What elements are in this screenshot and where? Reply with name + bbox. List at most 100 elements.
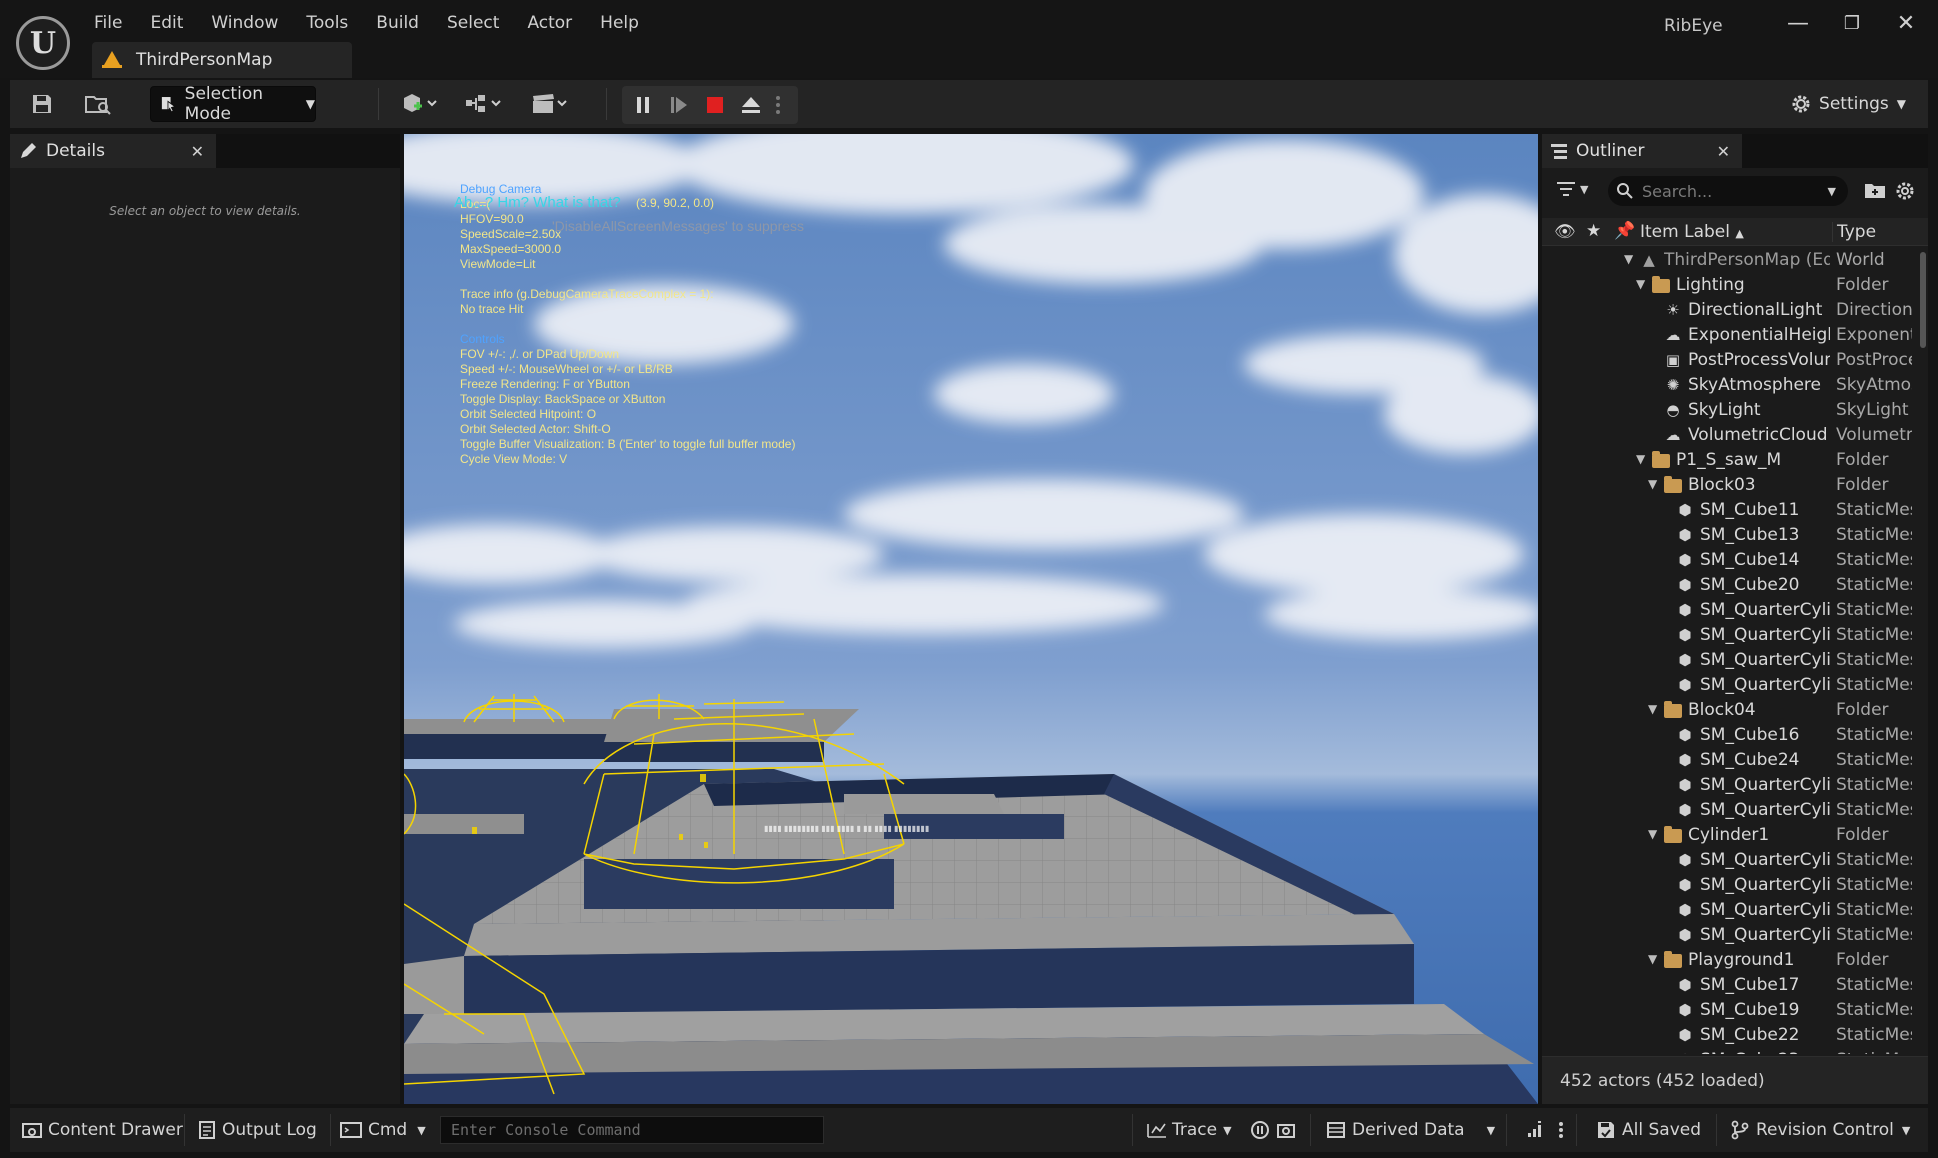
outliner-actor-row[interactable]: ⬢ SM_Cube23 StaticMeshActor <box>1542 1048 1914 1054</box>
eject-button[interactable] <box>734 86 768 124</box>
debug-line: Orbit Selected Actor: Shift-O <box>460 422 611 436</box>
expand-arrow-icon[interactable]: ▼ <box>1636 452 1645 466</box>
pin-icon[interactable]: 📌 <box>1614 221 1635 241</box>
static-mesh-icon: ⬢ <box>1678 726 1692 744</box>
outliner-actor-row[interactable]: ◓ SkyLight SkyLight <box>1542 398 1914 423</box>
outliner-actor-row[interactable]: ⬢ SM_Cube16 StaticMeshActor <box>1542 723 1914 748</box>
outliner-actor-row[interactable]: ⬢ SM_Cube11 StaticMeshActor <box>1542 498 1914 523</box>
minimize-button[interactable]: — <box>1780 8 1816 38</box>
expand-arrow-icon[interactable]: ▼ <box>1648 702 1657 716</box>
outliner-actor-row[interactable]: ☁ ExponentialHeightFog ExponentialHeightFo… <box>1542 323 1914 348</box>
settings-button[interactable]: Settings ▼ <box>1789 88 1906 120</box>
cinematics-button[interactable] <box>522 86 578 122</box>
outliner-actor-row[interactable]: ⬢ SM_Cube19 StaticMeshActor <box>1542 998 1914 1023</box>
outliner-folder-row[interactable]: ▼ P1_S_saw_M Folder <box>1542 448 1914 473</box>
menu-edit[interactable]: Edit <box>136 10 197 38</box>
expand-arrow-icon[interactable]: ▼ <box>1636 277 1645 291</box>
outliner-actor-row[interactable]: ⬢ SM_QuarterCylinder StaticMeshActor <box>1542 923 1914 948</box>
trace-dropdown[interactable]: Trace ▼ <box>1146 1108 1232 1152</box>
outliner-actor-row[interactable]: ☀ DirectionalLight DirectionalLight <box>1542 298 1914 323</box>
filter-button[interactable]: ▼ <box>1556 180 1588 198</box>
outliner-actor-row[interactable]: ⬢ SM_QuarterCylinder StaticMeshActor <box>1542 873 1914 898</box>
source-control-status-button[interactable] <box>1526 1108 1544 1152</box>
tab-outliner[interactable]: Outliner ✕ <box>1542 134 1742 168</box>
save-button[interactable] <box>24 86 60 122</box>
outliner-actor-row[interactable]: ⬢ SM_Cube17 StaticMeshActor <box>1542 973 1914 998</box>
static-mesh-icon: ⬢ <box>1678 1026 1692 1044</box>
item-type: StaticMeshActor <box>1836 750 1912 770</box>
outliner-actor-row[interactable]: ⬢ SM_QuarterCylinder StaticMeshActor <box>1542 798 1914 823</box>
menu-tools[interactable]: Tools <box>292 10 362 38</box>
outliner-folder-row[interactable]: ▼ Block04 Folder <box>1542 698 1914 723</box>
browse-level-button[interactable] <box>80 86 116 122</box>
outliner-actor-row[interactable]: ▼ ▲ ThirdPersonMap (Editor) World <box>1542 248 1914 273</box>
settings-label: Settings <box>1819 94 1889 114</box>
status-more-button[interactable] <box>1558 1108 1564 1152</box>
outliner-settings-button[interactable] <box>1894 180 1916 206</box>
outliner-scrollbar[interactable] <box>1920 252 1926 348</box>
menu-window[interactable]: Window <box>197 10 292 38</box>
document-tab[interactable]: ThirdPersonMap <box>92 42 352 78</box>
outliner-actor-row[interactable]: ⬢ SM_Cube24 StaticMeshActor <box>1542 748 1914 773</box>
play-options-button[interactable] <box>766 86 790 124</box>
outliner-actor-row[interactable]: ✺ SkyAtmosphere SkyAtmosphere <box>1542 373 1914 398</box>
outliner-actor-row[interactable]: ⬢ SM_QuarterCylinder StaticMeshActor <box>1542 673 1914 698</box>
level-viewport[interactable]: ▮▮▮▮ ▮▮▮▮▮▮▮▮ ▮▮▮ ▮▮▮▮ ▮ ▮▮ ▮▮▮▮ ▮▮▮▮▮▮▮… <box>404 134 1538 1104</box>
selection-mode-dropdown[interactable]: Selection Mode ▼ <box>150 84 316 124</box>
star-icon[interactable]: ★ <box>1586 221 1601 241</box>
cmd-dropdown[interactable]: Cmd ▼ <box>340 1108 426 1152</box>
outliner-actor-row[interactable]: ☁ VolumetricCloud VolumetricCloud <box>1542 423 1914 448</box>
menu-select[interactable]: Select <box>433 10 513 38</box>
chevron-down-icon: ▼ <box>1896 97 1906 111</box>
expand-arrow-icon[interactable]: ▼ <box>1648 827 1657 841</box>
column-item-label[interactable]: Item Label ▲ <box>1640 222 1744 242</box>
outliner-folder-row[interactable]: ▼ Lighting Folder <box>1542 273 1914 298</box>
menu-file[interactable]: File <box>80 10 136 38</box>
eye-icon[interactable]: 👁 <box>1554 222 1576 242</box>
outliner-actor-row[interactable]: ⬢ SM_QuarterCylinder StaticMeshActor <box>1542 598 1914 623</box>
column-type[interactable]: Type <box>1832 222 1876 242</box>
outliner-folder-row[interactable]: ▼ Block03 Folder <box>1542 473 1914 498</box>
outliner-actor-row[interactable]: ⬢ SM_Cube14 StaticMeshActor <box>1542 548 1914 573</box>
outliner-actor-row[interactable]: ⬢ SM_QuarterCylinder StaticMeshActor <box>1542 623 1914 648</box>
static-mesh-icon: ⬢ <box>1678 776 1692 794</box>
tab-details[interactable]: Details ✕ <box>10 134 216 168</box>
outliner-actor-row[interactable]: ⬢ SM_QuarterCylinder StaticMeshActor <box>1542 898 1914 923</box>
outliner-search-input[interactable]: Search... ▼ <box>1608 176 1848 206</box>
outliner-folder-row[interactable]: ▼ Playground1 Folder <box>1542 948 1914 973</box>
outliner-actor-row[interactable]: ⬢ SM_QuarterCylinder StaticMeshActor <box>1542 773 1914 798</box>
static-mesh-icon: ⬢ <box>1678 576 1692 594</box>
expand-arrow-icon[interactable]: ▼ <box>1624 252 1633 266</box>
output-log-button[interactable]: Output Log <box>198 1108 317 1152</box>
pause-button[interactable] <box>626 86 660 124</box>
menu-help[interactable]: Help <box>586 10 653 38</box>
derived-data-dropdown[interactable]: Derived Data ▼ <box>1326 1108 1495 1152</box>
all-saved-button[interactable]: All Saved <box>1596 1108 1701 1152</box>
outliner-actor-row[interactable]: ▣ PostProcessVolume PostProcessVolume <box>1542 348 1914 373</box>
outliner-actor-row[interactable]: ⬢ SM_QuarterCylinder StaticMeshActor <box>1542 648 1914 673</box>
menu-build[interactable]: Build <box>362 10 433 38</box>
revision-control-dropdown[interactable]: Revision Control ▼ <box>1730 1108 1910 1152</box>
new-folder-button[interactable] <box>1864 180 1886 204</box>
advance-frame-button[interactable] <box>662 86 696 124</box>
blueprints-button[interactable] <box>456 86 512 122</box>
close-icon[interactable]: ✕ <box>1717 142 1730 161</box>
screenshot-button[interactable] <box>1276 1108 1296 1152</box>
menu-actor[interactable]: Actor <box>513 10 586 38</box>
record-trace-button[interactable] <box>1250 1108 1270 1152</box>
add-actor-button[interactable] <box>392 86 448 122</box>
stop-button[interactable] <box>698 86 732 124</box>
outliner-folder-row[interactable]: ▼ Cylinder1 Folder <box>1542 823 1914 848</box>
expand-arrow-icon[interactable]: ▼ <box>1648 477 1657 491</box>
close-icon[interactable]: ✕ <box>191 142 204 161</box>
console-command-input[interactable]: Enter Console Command <box>440 1116 824 1144</box>
close-window-button[interactable]: ✕ <box>1888 8 1924 38</box>
outliner-actor-row[interactable]: ⬢ SM_Cube22 StaticMeshActor <box>1542 1023 1914 1048</box>
expand-arrow-icon[interactable]: ▼ <box>1648 952 1657 966</box>
content-drawer-button[interactable]: Content Drawer <box>22 1108 183 1152</box>
restore-button[interactable]: ❐ <box>1834 8 1870 38</box>
outliner-actor-row[interactable]: ⬢ SM_QuarterCylinder StaticMeshActor <box>1542 848 1914 873</box>
unreal-logo-icon[interactable]: U <box>16 16 70 70</box>
outliner-actor-row[interactable]: ⬢ SM_Cube20 StaticMeshActor <box>1542 573 1914 598</box>
outliner-actor-row[interactable]: ⬢ SM_Cube13 StaticMeshActor <box>1542 523 1914 548</box>
